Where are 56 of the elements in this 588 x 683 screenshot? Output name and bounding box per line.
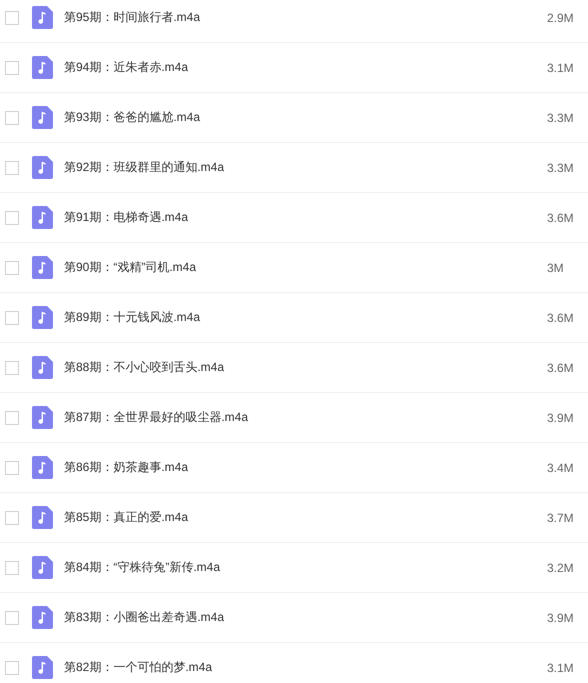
file-name[interactable]: 第86期：奶茶趣事.m4a (64, 459, 547, 476)
checkbox[interactable] (5, 210, 19, 224)
file-size: 3.3M (547, 110, 575, 124)
checkbox[interactable] (5, 410, 19, 424)
checkbox[interactable] (5, 160, 19, 174)
file-size: 3M (547, 260, 565, 274)
music-file-icon (32, 256, 53, 279)
file-size: 3.7M (547, 510, 575, 524)
file-size: 3.6M (547, 360, 575, 374)
file-name[interactable]: 第92期：班级群里的通知.m4a (64, 159, 547, 176)
music-file-icon (32, 56, 53, 79)
file-size: 3.9M (547, 410, 575, 424)
checkbox[interactable] (5, 660, 19, 674)
music-file-icon (32, 606, 53, 629)
file-name[interactable]: 第91期：电梯奇遇.m4a (64, 209, 547, 226)
checkbox[interactable] (5, 260, 19, 274)
checkbox[interactable] (5, 110, 19, 124)
file-name[interactable]: 第83期：小圈爸出差奇遇.m4a (64, 609, 547, 626)
checkbox[interactable] (5, 310, 19, 324)
checkbox[interactable] (5, 510, 19, 524)
file-name[interactable]: 第89期：十元钱风波.m4a (64, 309, 547, 326)
file-size: 3.4M (547, 460, 575, 474)
file-name[interactable]: 第93期：爸爸的尴尬.m4a (64, 109, 547, 126)
music-file-icon (32, 6, 53, 29)
music-file-icon (32, 206, 53, 229)
file-size: 3.6M (547, 310, 575, 324)
file-size: 3.1M (547, 60, 575, 74)
music-file-icon (32, 356, 53, 379)
file-name[interactable]: 第94期：近朱者赤.m4a (64, 59, 547, 76)
music-file-icon (32, 556, 53, 579)
music-file-icon (32, 106, 53, 129)
checkbox[interactable] (5, 10, 19, 24)
file-size: 2.9M (547, 10, 575, 24)
file-name[interactable]: 第84期：“守株待兔”新传.m4a (64, 559, 547, 576)
file-size: 3.2M (547, 560, 575, 574)
music-file-icon (32, 456, 53, 479)
file-name[interactable]: 第85期：真正的爱.m4a (64, 509, 547, 526)
file-size: 3.9M (547, 610, 575, 624)
checkbox[interactable] (5, 610, 19, 624)
checkbox[interactable] (5, 560, 19, 574)
file-size: 3.3M (547, 160, 575, 174)
music-file-icon (32, 306, 53, 329)
file-name[interactable]: 第82期：一个可怕的梦.m4a (64, 659, 547, 676)
file-name[interactable]: 第88期：不小心咬到舌头.m4a (64, 359, 547, 376)
file-size: 3.1M (547, 660, 575, 674)
checkbox[interactable] (5, 60, 19, 74)
file-name[interactable]: 第90期：“戏精”司机.m4a (64, 259, 547, 276)
file-name[interactable]: 第87期：全世界最好的吸尘器.m4a (64, 409, 547, 426)
music-file-icon (32, 406, 53, 429)
file-name[interactable]: 第95期：时间旅行者.m4a (64, 9, 547, 26)
file-size: 3.6M (547, 210, 575, 224)
music-file-icon (32, 506, 53, 529)
checkbox[interactable] (5, 460, 19, 474)
music-file-icon (32, 656, 53, 679)
checkbox[interactable] (5, 360, 19, 374)
music-file-icon (32, 156, 53, 179)
